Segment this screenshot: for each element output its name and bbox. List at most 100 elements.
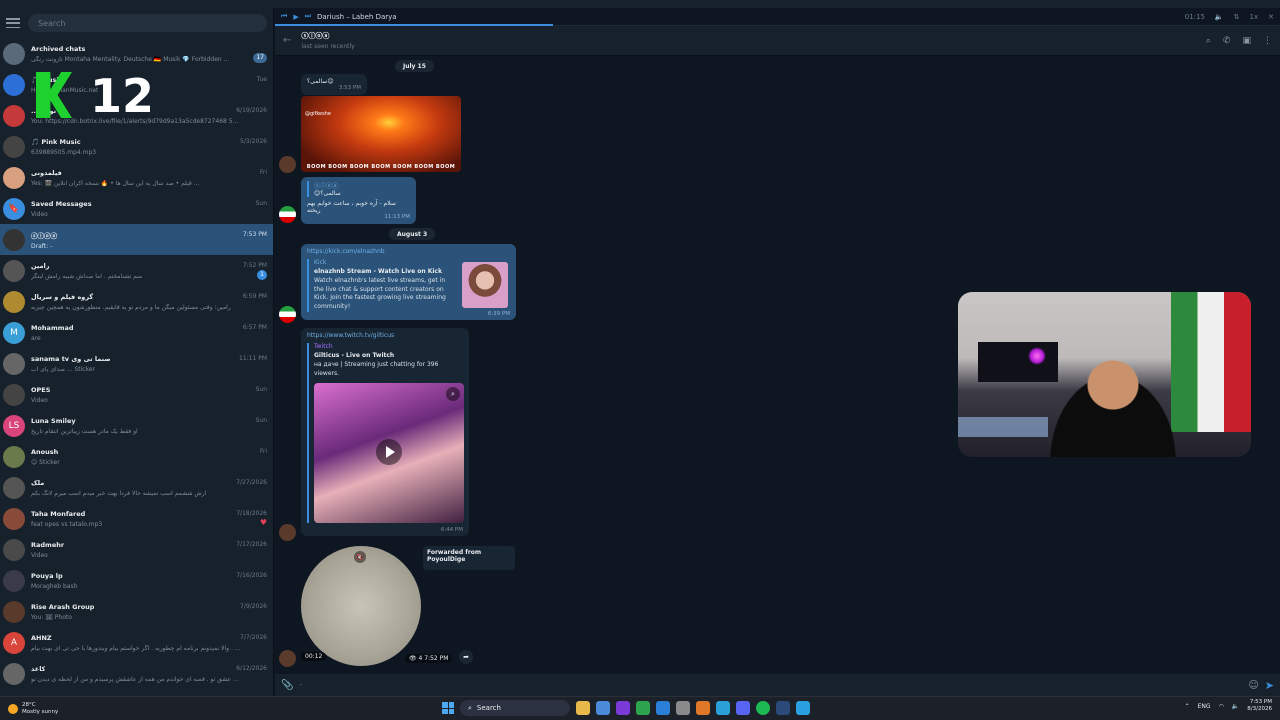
chat-preview: Video	[31, 396, 48, 404]
twitch-link[interactable]: https://www.twitch.tv/gilticus	[307, 332, 463, 339]
app-icon[interactable]	[616, 701, 630, 715]
menu-icon[interactable]	[6, 18, 20, 28]
telegram-icon[interactable]	[796, 701, 810, 715]
play-button[interactable]	[376, 439, 402, 466]
taskbar-apps: ⌕ Search	[442, 700, 810, 716]
reply-quote[interactable]: ⓢⓘⓞⓐ 😊سالمی؟	[307, 181, 410, 197]
outgoing-message[interactable]: ⓢⓘⓞⓐ 😊سالمی؟ سلام - آره خوبم ، ساعت خواب…	[301, 177, 416, 224]
search-icon[interactable]: ⌕	[1206, 36, 1211, 46]
preview-site: Kick	[314, 259, 327, 266]
message-input[interactable]: -	[299, 681, 1242, 689]
volume-icon[interactable]: 🔈	[1232, 703, 1239, 710]
zoom-icon[interactable]: ⌕	[446, 387, 460, 402]
chat-name: کاغد	[31, 664, 46, 673]
clock-time: 7:53 PM	[1249, 699, 1272, 705]
chat-item[interactable]: فیلمدونی Fri Yes: 🎬 قیلم • صد سال یه این س…	[0, 162, 273, 193]
chat-item[interactable]: OPES Sun Video	[0, 379, 273, 410]
browser-icon[interactable]	[716, 701, 730, 715]
avatar[interactable]	[279, 650, 296, 667]
lang-indicator[interactable]: ENG	[1198, 703, 1211, 710]
chat-item[interactable]: ... نوسا 6/19/2026 You: https://cdn.botrix…	[0, 100, 273, 131]
chat-title[interactable]: ⓢⓘⓞⓐ	[301, 31, 354, 41]
link-preview[interactable]: Twitch Gilticus - Live on Twitch на даче…	[307, 343, 464, 524]
close-player-icon[interactable]: ✕	[1268, 13, 1274, 21]
chat-name: Pouya lp	[31, 571, 63, 580]
incoming-message[interactable]: سالمی؟😊 3:53 PM	[301, 74, 367, 95]
repeat-icon[interactable]: ⇅	[1234, 13, 1240, 21]
message-time: 3:53 PM	[338, 85, 361, 91]
chat-item[interactable]: Archived chats تارونت رنگی Montaha Mental…	[0, 38, 273, 69]
start-icon[interactable]	[442, 702, 454, 714]
wifi-icon[interactable]: ◠	[1219, 703, 1224, 710]
chat-item[interactable]: LS Luna Smiley Sun او فقط یک مادر هست زیبات…	[0, 410, 273, 441]
sidebar-toggle-icon[interactable]: ▣	[1242, 36, 1251, 46]
chat-item[interactable]: A AHNZ 7/7/2026 سلام آرش جون . والا نمیدونم…	[0, 627, 273, 658]
speed-icon[interactable]: 1x	[1250, 13, 1259, 21]
avatar: 🔖	[3, 197, 25, 220]
weather-widget[interactable]: 28°C Mostly sunny	[0, 702, 200, 715]
send-icon[interactable]: ➤	[1265, 679, 1274, 692]
chat-item[interactable]: sanama tv صنما تی وی 11:11 PM صدای پای آب …	[0, 348, 273, 379]
avatar	[3, 569, 25, 592]
previous-icon[interactable]: ⏮	[281, 12, 287, 21]
forwarded-header[interactable]: Forwarded from PoyoulDige	[423, 546, 515, 570]
chat-item[interactable]: Anoush Fri 😊 Sticker	[0, 441, 273, 472]
preview-thumbnail[interactable]	[462, 262, 508, 308]
discord-icon[interactable]	[736, 701, 750, 715]
chat-time: 7:52 PM	[242, 262, 267, 269]
chat-preview: او فقط یک مادر هست زیباترین انتقام تاریخ	[31, 427, 138, 435]
file-explorer-icon[interactable]	[576, 701, 590, 715]
avatar[interactable]	[279, 524, 296, 541]
message-time: 11:13 PM	[384, 214, 410, 220]
chat-item[interactable]: 🔖 Saved Messages Sun Video	[0, 193, 273, 224]
next-icon[interactable]: ⏭	[305, 12, 311, 21]
volume-icon[interactable]: 🔈	[1215, 13, 1224, 21]
taskbar-search[interactable]: ⌕ Search	[460, 700, 570, 716]
mail-icon[interactable]	[596, 701, 610, 715]
chevron-up-icon[interactable]: ⌃	[1185, 703, 1190, 710]
gif-message[interactable]: @gifkeshe BOOM BOOM BOOM BOOM BOOM BOOM …	[301, 96, 461, 172]
play-icon[interactable]: ▶	[293, 13, 298, 21]
kick-link[interactable]: https://kick.com/elnazhnb	[307, 248, 510, 255]
steam-icon[interactable]	[776, 701, 790, 715]
xbox-icon[interactable]	[636, 701, 650, 715]
avatar[interactable]	[279, 306, 296, 323]
chat-name: Luna Smiley	[31, 416, 76, 425]
search-input[interactable]: Search	[28, 14, 267, 32]
preview-image[interactable]: ⌕	[314, 383, 464, 524]
chat-time: Fri	[259, 169, 267, 176]
spotify-icon[interactable]	[756, 701, 770, 715]
avatar[interactable]	[279, 206, 296, 223]
incoming-link-message[interactable]: https://www.twitch.tv/gilticus Twitch Gi…	[301, 328, 469, 536]
chat-item[interactable]: ⓢⓘⓞⓐ 7:53 PM Draft: -	[0, 224, 273, 255]
app-icon[interactable]	[676, 701, 690, 715]
track-title[interactable]: Dariush – Labeh Darya	[317, 13, 397, 21]
chat-item[interactable]: 🎵 Music Tue Heyran ahanMusic.net	[0, 69, 273, 100]
muted-icon[interactable]: 🔇	[354, 551, 366, 563]
firefox-icon[interactable]	[696, 701, 710, 715]
message-time: 6:44 PM	[440, 527, 463, 533]
chat-item[interactable]: Taha Monfared 7/18/2026 feat opes vs tatal…	[0, 503, 273, 534]
call-icon[interactable]: ✆	[1223, 36, 1231, 46]
more-icon[interactable]: ⋮	[1263, 36, 1272, 46]
chat-item[interactable]: Pouya lp 7/16/2026 Moragheb bash	[0, 565, 273, 596]
chat-item[interactable]: کاغد 6/12/2026 هر جا که از عشق تو . قصه ای…	[0, 658, 273, 689]
outgoing-link-message[interactable]: https://kick.com/elnazhnb Kick elnazhnb …	[301, 244, 516, 320]
chat-item[interactable]: M Mohammad 6:57 PM are	[0, 317, 273, 348]
track-progress[interactable]	[275, 24, 553, 26]
chat-item[interactable]: گروه فیلم و سریال 6:59 PM رامین: وقتی مسئو…	[0, 286, 273, 317]
share-icon[interactable]: ➦	[459, 650, 473, 664]
chat-preview: You: https://cdn.botrix.live/file/1/aler…	[31, 117, 241, 125]
chat-item[interactable]: رامین 7:52 PM منم تشنامختم . اما صداش شبیه…	[0, 255, 273, 286]
avatar[interactable]	[279, 156, 296, 173]
chat-item[interactable]: ملک 7/27/2026 آرش ششمم اسب تمیشه حالا فردا…	[0, 472, 273, 503]
chat-item[interactable]: Radmehr 7/17/2026 Video	[0, 534, 273, 565]
clock[interactable]: 7:53 PM 8/3/2026	[1247, 699, 1272, 713]
attach-icon[interactable]: 📎	[281, 680, 293, 691]
back-arrow-icon[interactable]: ←	[283, 35, 291, 46]
edge-icon[interactable]	[656, 701, 670, 715]
round-video-message[interactable]: 🔇	[301, 546, 421, 666]
chat-item[interactable]: 🎵 Pink Music 5/3/2026 639889505.mp4.mp3	[0, 131, 273, 162]
emoji-icon[interactable]: ☺	[1248, 680, 1258, 691]
chat-item[interactable]: Rise Arash Group 7/9/2026 You: 🖼 Photo	[0, 596, 273, 627]
